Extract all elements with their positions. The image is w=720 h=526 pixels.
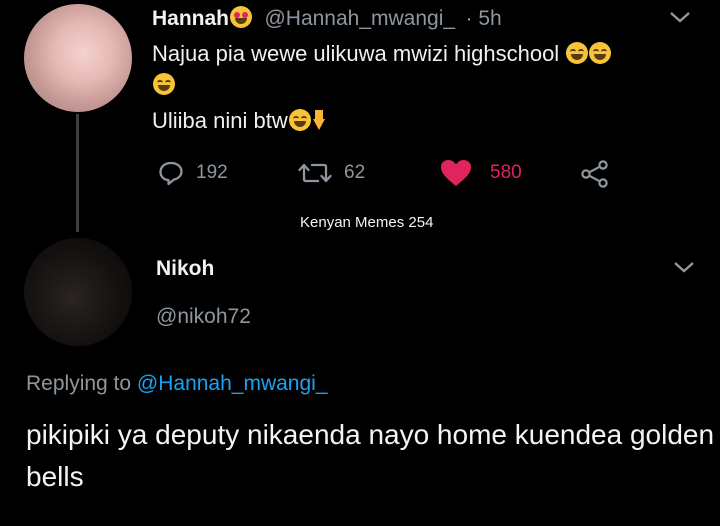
watermark: Kenyan Memes 254 <box>300 214 434 231</box>
replying-prefix: Replying to <box>26 372 132 395</box>
thread-line <box>76 114 79 232</box>
author-name[interactable]: Hannah <box>152 7 229 30</box>
avatar-hannah[interactable] <box>24 4 132 112</box>
tweet-text-part2: Uliiba nini btw <box>152 108 288 133</box>
tweet-emoji-line <box>152 73 175 97</box>
author-handle[interactable]: @Hannah_mwangi_ <box>264 7 455 30</box>
pointing-down-emoji-icon <box>312 110 325 130</box>
reply-author-name[interactable]: Nikoh <box>156 257 214 281</box>
laughing-emoji-icon <box>288 109 311 131</box>
share-icon[interactable] <box>580 160 610 188</box>
retweet-icon <box>298 163 332 183</box>
tweet-time[interactable]: · 5h <box>466 7 502 30</box>
retweet-action[interactable]: 62 <box>298 160 365 186</box>
reply-author-handle[interactable]: @nikoh72 <box>156 305 251 329</box>
replying-to: Replying to @Hannah_mwangi_ <box>26 372 328 396</box>
tweet-text-line1: Najua pia wewe ulikuwa mwizi highschool <box>152 41 612 67</box>
retweet-count: 62 <box>344 162 366 183</box>
laughing-emoji-icon <box>566 42 589 64</box>
reply-action[interactable]: 192 <box>158 160 228 186</box>
heart-eyes-emoji-icon <box>230 6 253 28</box>
chevron-down-icon[interactable] <box>668 10 692 24</box>
laughing-emoji-icon <box>153 73 175 95</box>
like-count: 580 <box>490 162 522 183</box>
avatar-nikoh[interactable] <box>24 238 132 346</box>
like-action[interactable]: 580 <box>440 159 522 187</box>
tweet-text-part1: Najua pia wewe ulikuwa mwizi highschool <box>152 41 560 66</box>
replying-mention[interactable]: @Hannah_mwangi_ <box>137 372 328 395</box>
reply-count: 192 <box>196 162 228 183</box>
reply-icon <box>159 161 183 186</box>
reply-text: pikipiki ya deputy nikaenda nayo home ku… <box>26 419 715 492</box>
tweet-header: Hannah @Hannah_mwangi_ · 5h <box>152 6 502 31</box>
like-heart-icon <box>441 160 471 186</box>
tweet-text-line2: Uliiba nini btw <box>152 108 326 134</box>
chevron-down-icon[interactable] <box>672 260 696 274</box>
laughing-emoji-icon <box>589 42 612 64</box>
